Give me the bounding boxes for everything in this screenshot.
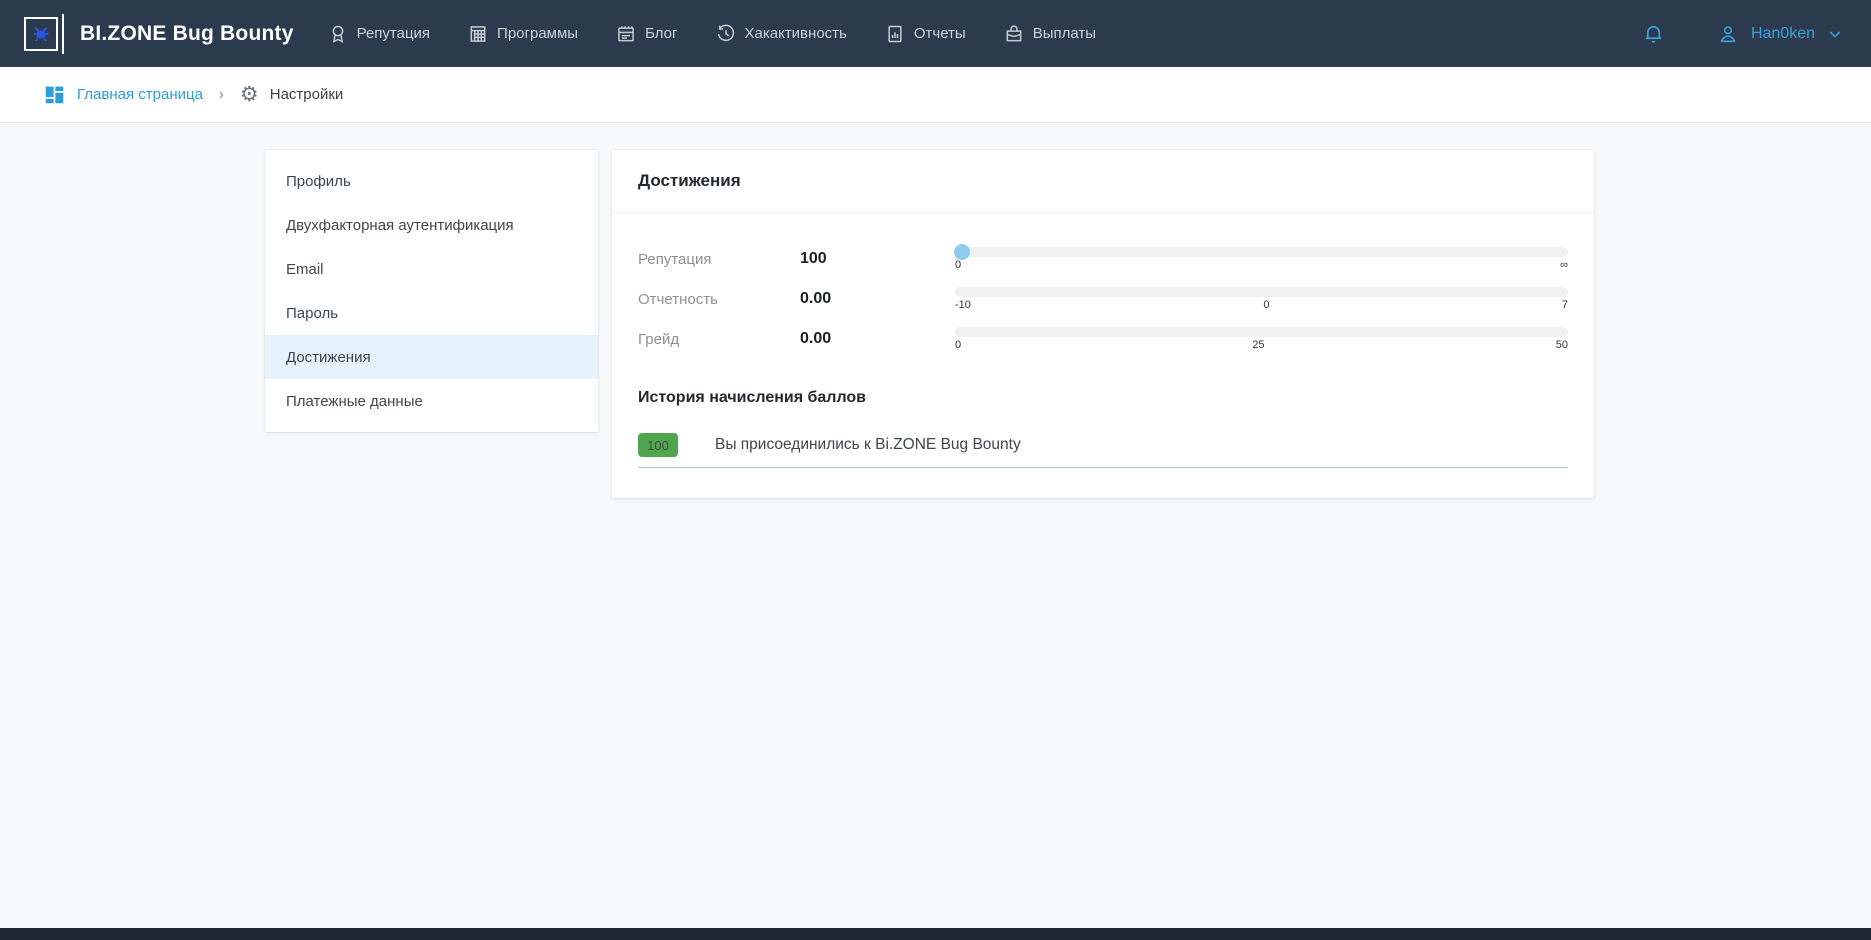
metric-row-reporting: Отчетность 0.00 -10 0 7 xyxy=(638,279,1568,319)
metric-row-reputation: Репутация 100 0 ∞ xyxy=(638,239,1568,279)
settings-sidebar: Профиль Двухфакторная аутентификация Ema… xyxy=(265,150,598,432)
reporting-slider: -10 0 7 xyxy=(955,285,1568,312)
reputation-slider: 0 ∞ xyxy=(955,245,1568,272)
tick-mid: 0 xyxy=(1263,299,1269,312)
metric-label: Отчетность xyxy=(638,291,800,308)
nav-label: Выплаты xyxy=(1033,25,1096,42)
nav-item-reports[interactable]: Отчеты xyxy=(885,24,966,44)
nav-label: Отчеты xyxy=(914,25,966,42)
nav-item-programs[interactable]: Программы xyxy=(468,24,578,44)
gear-icon: ⚙ xyxy=(240,84,259,105)
metric-value: 0.00 xyxy=(800,330,955,348)
nav-label: Репутация xyxy=(357,25,430,42)
breadcrumb: Главная страница › ⚙ Настройки xyxy=(0,67,1871,123)
nav-label: Программы xyxy=(497,25,578,42)
bizone-logo-icon xyxy=(24,14,64,54)
brand-title: BI.ZONE Bug Bounty xyxy=(80,22,294,46)
history-icon xyxy=(716,24,736,44)
metric-value: 100 xyxy=(800,250,955,268)
nav-item-hackactivity[interactable]: Хакактивность xyxy=(716,24,847,44)
report-icon xyxy=(885,24,905,44)
slider-ticks: 0 ∞ xyxy=(955,259,1568,272)
sidebar-item-password[interactable]: Пароль xyxy=(265,291,598,335)
metric-row-grade: Грейд 0.00 0 25 50 xyxy=(638,319,1568,359)
slider-ticks: -10 0 7 xyxy=(955,299,1568,312)
metric-label: Репутация xyxy=(638,251,800,268)
history-section-title: История начисления баллов xyxy=(638,389,1568,407)
dashboard-grid-icon xyxy=(44,84,65,105)
tick-mid: 25 xyxy=(1252,339,1264,352)
nav-right-group: Han0ken xyxy=(1642,22,1843,45)
tick-max: 50 xyxy=(1556,339,1568,352)
sidebar-item-email[interactable]: Email xyxy=(265,247,598,291)
breadcrumb-separator: › xyxy=(219,86,224,103)
medal-icon xyxy=(328,24,348,44)
user-menu[interactable]: Han0ken xyxy=(1717,23,1843,45)
nav-label: Хакактивность xyxy=(745,25,847,42)
nav-item-payouts[interactable]: Выплаты xyxy=(1004,24,1096,44)
slider-thumb[interactable] xyxy=(954,244,970,260)
user-icon xyxy=(1717,23,1739,45)
main-menu: Репутация Программы Блог Хакактивность xyxy=(328,24,1134,44)
tick-max: ∞ xyxy=(1560,259,1568,272)
building-icon xyxy=(468,24,488,44)
page-content: Профиль Двухфакторная аутентификация Ema… xyxy=(0,123,1871,928)
username: Han0ken xyxy=(1751,25,1815,43)
bell-icon xyxy=(1642,22,1665,45)
slider-track xyxy=(955,327,1568,337)
bug-icon xyxy=(32,26,50,42)
nav-item-blog[interactable]: Блог xyxy=(616,24,677,44)
sidebar-item-payment-details[interactable]: Платежные данные xyxy=(265,379,598,423)
tick-max: 7 xyxy=(1562,299,1568,312)
blog-icon xyxy=(616,24,636,44)
history-text: Вы присоединились к Bi.ZONE Bug Bounty xyxy=(715,436,1021,454)
achievements-panel: Достижения Репутация 100 0 ∞ Отчетн xyxy=(612,150,1594,498)
payout-bag-icon xyxy=(1004,24,1024,44)
breadcrumb-current-label: Настройки xyxy=(270,86,344,103)
breadcrumb-home-link[interactable]: Главная страница xyxy=(44,84,203,105)
sidebar-item-achievements[interactable]: Достижения xyxy=(265,335,598,379)
breadcrumb-home-label: Главная страница xyxy=(77,86,203,103)
slider-ticks: 0 25 50 xyxy=(955,339,1568,352)
nav-label: Блог xyxy=(645,25,677,42)
tick-min: 0 xyxy=(955,339,961,352)
chevron-down-icon xyxy=(1827,26,1843,42)
brand-logo[interactable]: BI.ZONE Bug Bounty xyxy=(24,14,294,54)
points-badge: 100 xyxy=(638,433,678,457)
grade-slider: 0 25 50 xyxy=(955,325,1568,352)
sidebar-item-two-factor[interactable]: Двухфакторная аутентификация xyxy=(265,203,598,247)
tick-min: -10 xyxy=(955,299,971,312)
breadcrumb-current: ⚙ Настройки xyxy=(240,84,343,105)
tick-min: 0 xyxy=(955,259,961,272)
metric-label: Грейд xyxy=(638,331,800,348)
top-navigation: BI.ZONE Bug Bounty Репутация Программы Б… xyxy=(0,0,1871,67)
sidebar-item-profile[interactable]: Профиль xyxy=(265,159,598,203)
notifications-button[interactable] xyxy=(1642,22,1665,45)
slider-track xyxy=(955,247,1568,257)
nav-item-reputation[interactable]: Репутация xyxy=(328,24,430,44)
panel-title: Достижения xyxy=(612,150,1594,213)
history-row: 100 Вы присоединились к Bi.ZONE Bug Boun… xyxy=(638,433,1568,468)
metric-value: 0.00 xyxy=(800,290,955,308)
slider-track xyxy=(955,287,1568,297)
bottom-edge-strip xyxy=(0,928,1871,940)
